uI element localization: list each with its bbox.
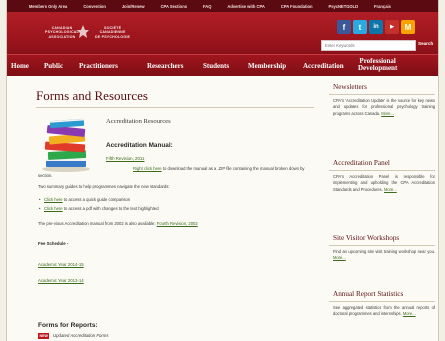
changes-pdf-link[interactable]: Click here [44, 206, 63, 211]
top-utility-bar: Members Only Area Convention Join/Renew … [7, 0, 438, 12]
search-input[interactable] [321, 40, 416, 51]
academic-year-2013-link[interactable]: Academic Year 2013-14 [38, 278, 84, 283]
logo-french[interactable]: SOCIÉTÉ CANADIENNE DE PSYCHOLOGIE [95, 26, 130, 39]
site-visitor-heading[interactable]: Site Visitor Workshops [333, 234, 399, 242]
books-image [42, 118, 90, 172]
fee-schedule-heading: Fee Schedule - [38, 241, 69, 246]
sidebar-divider [329, 301, 435, 302]
topbar-link-convention[interactable]: Convention [83, 4, 106, 9]
youtube-icon[interactable]: ▶ [385, 20, 399, 34]
topbar-link-francais[interactable]: Français [374, 4, 391, 9]
forms-for-reports-heading: Forms for Reports: [38, 322, 98, 329]
download-instructions-text: to download the manual as a .ZIP file co… [162, 166, 305, 171]
nav-students[interactable]: Students [203, 62, 229, 70]
logo-fr-line: DE PSYCHOLOGIE [95, 34, 131, 39]
logo-english[interactable]: CANADIAN PSYCHOLOGICAL ASSOCIATION [45, 26, 79, 39]
section-heading: Accreditation Resources [106, 118, 171, 125]
nav-public[interactable]: Public [44, 62, 63, 70]
title-divider [36, 107, 314, 108]
nav-accreditation[interactable]: Accreditation [303, 62, 344, 70]
sidebar-divider [329, 94, 435, 95]
newsletters-text: CPA's 'Accreditation Update' is the sour… [333, 98, 435, 117]
list-item-text: to access a pdf with changes to the text… [63, 206, 159, 211]
list-item-text: to access a quick guide comparison [63, 197, 131, 202]
nav-home[interactable]: Home [11, 62, 29, 70]
site-visitor-more-link[interactable]: More... [333, 255, 346, 260]
summary-intro: Two summary guides to help programmes na… [38, 184, 170, 189]
logo-en-line: ASSOCIATION [48, 34, 76, 39]
linkedin-icon[interactable]: in [369, 20, 383, 34]
page-frame: Members Only Area Convention Join/Renew … [6, 0, 439, 341]
search-button[interactable]: Search [418, 41, 433, 46]
logo-mark-icon [77, 25, 89, 38]
nav-researchers[interactable]: Researchers [147, 62, 183, 70]
nav-practitioners[interactable]: Practitioners [79, 62, 118, 70]
social-icons: f t in ▶ M [337, 20, 415, 34]
site-visitor-text: Find an upcoming site visit training wor… [333, 249, 435, 262]
accreditation-panel-more-link[interactable]: More... [384, 187, 397, 192]
annual-report-text: See aggregated statistics from the annua… [333, 305, 435, 318]
download-instructions-end: section. [38, 173, 53, 178]
annual-report-body: See aggregated statistics from the annua… [333, 305, 435, 317]
newsletters-more-link[interactable]: More... [381, 111, 394, 116]
nav-membership[interactable]: Membership [248, 62, 286, 70]
site-visitor-body: Find an upcoming site visit training wor… [333, 249, 435, 254]
manual-heading: Accreditation Manual: [106, 142, 173, 149]
newsletters-heading[interactable]: Newsletters [333, 83, 367, 91]
topbar-link-psycnet[interactable]: PsycNETGOLD [328, 4, 358, 9]
topbar-link-foundation[interactable]: CPA Foundation [281, 4, 313, 9]
main-nav: Home Public Practitioners Researchers St… [7, 54, 438, 76]
accreditation-panel-text: CPA's Accreditation Panel is responsible… [333, 174, 435, 193]
right-click-link[interactable]: Right click here [133, 166, 162, 171]
topbar-link-sections[interactable]: CPA Sections [161, 4, 187, 9]
topbar-link-join[interactable]: Join/Renew [122, 4, 145, 9]
sidebar-divider [329, 170, 435, 171]
previous-manual-text: The pre-vious Accreditation manual from … [38, 221, 156, 226]
nav-pd-line2: Development [358, 64, 398, 72]
topbar-link-faq[interactable]: FAQ [203, 4, 211, 9]
new-badge: NEW [38, 333, 50, 339]
download-instructions: Right click here to download the manual … [133, 166, 305, 171]
topbar-link-advertise[interactable]: Advertise with CPA [227, 4, 264, 9]
fourth-revision-link[interactable]: Fourth Revision, 2002 [157, 221, 198, 226]
annual-report-more-link[interactable]: More... [403, 311, 416, 316]
page-title: Forms and Resources [36, 88, 148, 103]
nav-professional-development[interactable]: Professional Development [358, 58, 397, 72]
list-item: Click here to access a quick guide compa… [39, 197, 131, 202]
facebook-icon[interactable]: f [337, 20, 351, 34]
quick-guide-link[interactable]: Click here [44, 197, 63, 202]
fifth-revision-link[interactable]: Fifth Revision, 2011 [106, 156, 144, 161]
list-item: Click here to access a pdf with changes … [39, 206, 159, 211]
updated-forms-link[interactable]: Updated Accreditation Forms [53, 333, 109, 338]
site-header: CANADIAN PSYCHOLOGICAL ASSOCIATION SOCIÉ… [7, 12, 438, 54]
topbar-link-members[interactable]: Members Only Area [29, 4, 67, 9]
accreditation-panel-heading[interactable]: Accreditation Panel [333, 159, 390, 167]
previous-manual-line: The pre-vious Accreditation manual from … [38, 221, 198, 226]
twitter-icon[interactable]: t [353, 20, 367, 34]
academic-year-2014-link[interactable]: Academic Year 2014-15 [38, 262, 84, 267]
blog-icon[interactable]: M [401, 20, 415, 34]
sidebar-divider [329, 245, 435, 246]
annual-report-heading[interactable]: Annual Report Statistics [333, 290, 403, 298]
